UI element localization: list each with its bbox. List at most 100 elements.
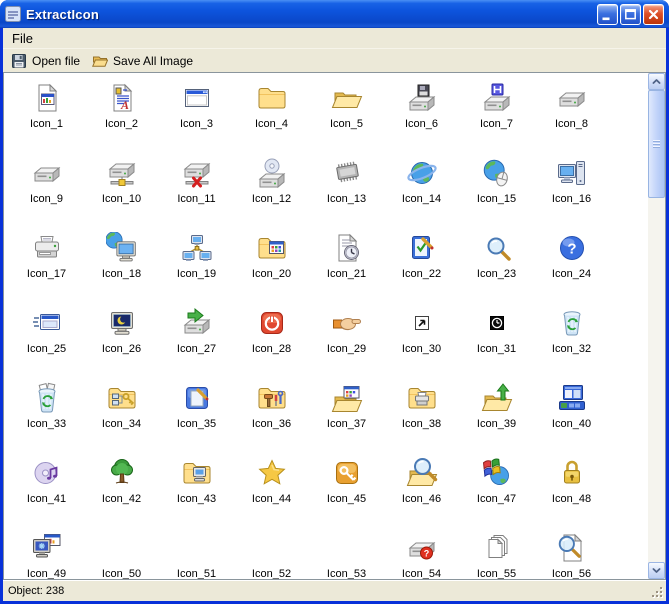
icon-item[interactable]: Icon_36 — [234, 377, 309, 452]
icon-item[interactable]: Icon_30 — [384, 302, 459, 377]
shortcut-clock-icon — [481, 307, 513, 339]
icon-item[interactable]: Icon_51 — [159, 527, 234, 579]
icon-item[interactable]: Icon_15 — [459, 152, 534, 227]
app-icon — [5, 6, 21, 22]
maximize-button[interactable] — [620, 4, 641, 25]
icon-item[interactable]: Icon_42 — [84, 452, 159, 527]
icon-label: Icon_7 — [480, 118, 513, 130]
icon-item[interactable]: Icon_41 — [9, 452, 84, 527]
icon-label: Icon_48 — [552, 493, 591, 505]
icon-item[interactable]: Icon_9 — [9, 152, 84, 227]
icon-item[interactable]: Icon_45 — [309, 452, 384, 527]
icon-item[interactable]: Icon_3 — [159, 77, 234, 152]
icon-item[interactable]: Icon_10 — [84, 152, 159, 227]
scrollbar-thumb[interactable] — [648, 90, 665, 198]
icon-label: Icon_30 — [402, 343, 441, 355]
close-button[interactable] — [643, 4, 664, 25]
minimize-button[interactable] — [597, 4, 618, 25]
icon-item[interactable]: Icon_43 — [159, 452, 234, 527]
folder-closed-icon — [256, 82, 288, 114]
icon-item[interactable]: Icon_52 — [234, 527, 309, 579]
icon-item[interactable]: Icon_12 — [234, 152, 309, 227]
document-letter-icon — [106, 82, 138, 114]
printer-icon — [31, 232, 63, 264]
scroll-down-button[interactable] — [648, 562, 665, 579]
globe-ring-icon — [406, 157, 438, 189]
icon-label: Icon_18 — [102, 268, 141, 280]
icon-item[interactable]: Icon_22 — [384, 227, 459, 302]
vertical-scrollbar[interactable] — [648, 73, 665, 579]
magnifier-icon — [481, 232, 513, 264]
icon-item[interactable]: Icon_16 — [534, 152, 609, 227]
icon-item[interactable]: Icon_46 — [384, 452, 459, 527]
icon-label: Icon_9 — [30, 193, 63, 205]
icon-item[interactable]: Icon_20 — [234, 227, 309, 302]
icon-item[interactable]: Icon_4 — [234, 77, 309, 152]
icon-item[interactable]: Icon_37 — [309, 377, 384, 452]
icon-item[interactable]: Icon_27 — [159, 302, 234, 377]
icon-label: Icon_23 — [477, 268, 516, 280]
icon-label: Icon_56 — [552, 568, 591, 579]
icon-item[interactable]: Icon_48 — [534, 452, 609, 527]
icon-item[interactable]: Icon_25 — [9, 302, 84, 377]
icon-label: Icon_15 — [477, 193, 516, 205]
icon-item[interactable]: Icon_40 — [534, 377, 609, 452]
icon-item[interactable]: Icon_23 — [459, 227, 534, 302]
window-icon — [181, 82, 213, 114]
icon-item[interactable]: Icon_28 — [234, 302, 309, 377]
recycle-bin-full-icon — [31, 382, 63, 414]
icon-item[interactable]: Icon_5 — [309, 77, 384, 152]
icon-item[interactable]: Icon_31 — [459, 302, 534, 377]
icon-item[interactable]: Icon_35 — [159, 377, 234, 452]
memory-chip-icon — [331, 157, 363, 189]
icon-item[interactable]: Icon_38 — [384, 377, 459, 452]
windows-update-icon — [481, 457, 513, 489]
icon-item[interactable]: Icon_19 — [159, 227, 234, 302]
icon-item[interactable]: Icon_44 — [234, 452, 309, 527]
resize-grip[interactable] — [651, 586, 665, 600]
tree-icon — [106, 457, 138, 489]
icon-item[interactable]: Icon_8 — [534, 77, 609, 152]
scroll-up-button[interactable] — [648, 73, 665, 90]
icon-item[interactable]: Icon_32 — [534, 302, 609, 377]
folder-printer-icon — [406, 382, 438, 414]
document-search-icon — [556, 532, 588, 564]
panel-edit-icon — [181, 382, 213, 414]
icon-item[interactable]: Icon_54 — [384, 527, 459, 579]
icon-item[interactable]: Icon_56 — [534, 527, 609, 579]
icon-item[interactable]: Icon_47 — [459, 452, 534, 527]
icon-label: Icon_42 — [102, 493, 141, 505]
open-file-button[interactable]: Open file — [5, 51, 86, 71]
icon-label: Icon_39 — [477, 418, 516, 430]
icon-item[interactable]: Icon_24 — [534, 227, 609, 302]
icon-item[interactable]: Icon_21 — [309, 227, 384, 302]
save-all-image-button[interactable]: Save All Image — [86, 51, 199, 71]
icon-item[interactable]: Icon_7 — [459, 77, 534, 152]
titlebar[interactable]: ExtractIcon — [0, 0, 669, 28]
icon-item[interactable]: Icon_14 — [384, 152, 459, 227]
my-computer-icon — [556, 157, 588, 189]
document-chart-icon — [31, 82, 63, 114]
icon-item[interactable]: Icon_34 — [84, 377, 159, 452]
icon-item[interactable]: Icon_53 — [309, 527, 384, 579]
cd-music-icon — [31, 457, 63, 489]
icon-label: Icon_31 — [477, 343, 516, 355]
icon-item[interactable]: Icon_33 — [9, 377, 84, 452]
icon-item[interactable]: Icon_6 — [384, 77, 459, 152]
folder-tools-icon — [256, 382, 288, 414]
icon-item[interactable]: Icon_26 — [84, 302, 159, 377]
icon-item[interactable]: Icon_49 — [9, 527, 84, 579]
icon-item[interactable]: Icon_55 — [459, 527, 534, 579]
icon-label: Icon_43 — [177, 493, 216, 505]
icon-item[interactable]: Icon_1 — [9, 77, 84, 152]
icon-item[interactable]: Icon_13 — [309, 152, 384, 227]
icon-item[interactable]: Icon_2 — [84, 77, 159, 152]
menu-file[interactable]: File — [5, 30, 40, 47]
icon-item[interactable]: Icon_11 — [159, 152, 234, 227]
icon-item[interactable]: Icon_17 — [9, 227, 84, 302]
icon-item[interactable]: Icon_39 — [459, 377, 534, 452]
icon-item[interactable]: Icon_50 — [84, 527, 159, 579]
icon-label: Icon_44 — [252, 493, 291, 505]
icon-item[interactable]: Icon_18 — [84, 227, 159, 302]
icon-item[interactable]: Icon_29 — [309, 302, 384, 377]
